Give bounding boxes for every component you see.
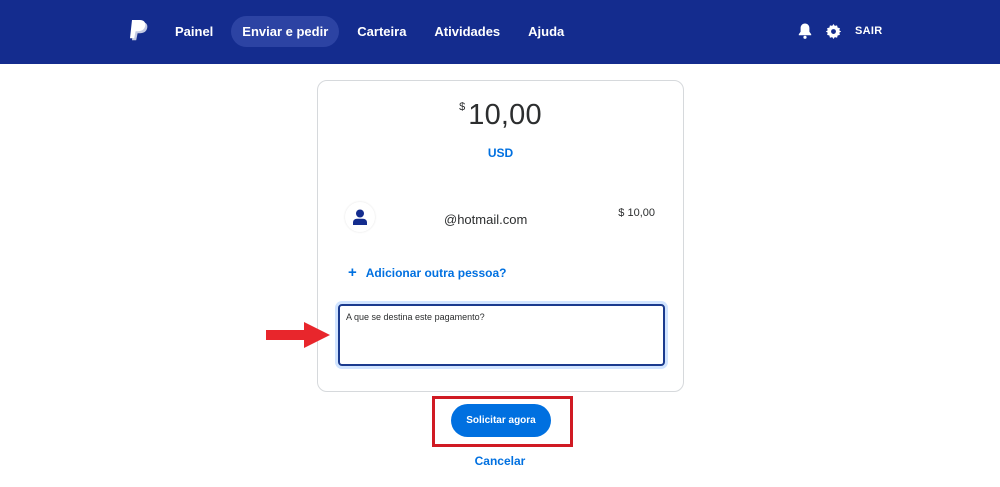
nav-item-carteira[interactable]: Carteira <box>343 16 420 47</box>
header-actions: SAIR <box>795 21 882 41</box>
paypal-logo-icon[interactable] <box>128 20 150 44</box>
cancel-link[interactable]: Cancelar <box>0 454 1000 468</box>
recipient-amount: $ 10,00 <box>618 207 655 219</box>
gear-icon[interactable] <box>823 21 843 41</box>
nav-item-atividades[interactable]: Atividades <box>420 16 514 47</box>
person-icon <box>345 202 375 232</box>
note-field-wrapper <box>338 304 665 366</box>
nav-item-ajuda[interactable]: Ajuda <box>514 16 578 47</box>
request-now-button[interactable]: Solicitar agora <box>451 404 551 437</box>
payment-note-input[interactable] <box>340 306 663 364</box>
logout-link[interactable]: SAIR <box>855 25 882 37</box>
main-nav: Painel Enviar e pedir Carteira Atividade… <box>161 16 578 47</box>
currency-symbol: $ <box>459 101 466 113</box>
nav-item-enviar-e-pedir[interactable]: Enviar e pedir <box>231 16 340 47</box>
amount-display: $10,00 <box>318 99 683 132</box>
amount-value[interactable]: 10,00 <box>468 99 542 131</box>
plus-icon: + <box>348 264 357 281</box>
currency-selector[interactable]: USD <box>318 146 683 160</box>
recipient-email: @hotmail.com <box>444 212 528 227</box>
request-card: $10,00 USD @hotmail.com $ 10,00 + Adicio… <box>317 80 684 392</box>
nav-item-painel[interactable]: Painel <box>161 16 227 47</box>
top-navigation-bar: Painel Enviar e pedir Carteira Atividade… <box>0 0 1000 64</box>
add-person-link[interactable]: + Adicionar outra pessoa? <box>348 264 506 281</box>
add-person-label: Adicionar outra pessoa? <box>365 265 507 280</box>
red-arrow-annotation-icon <box>266 322 330 348</box>
bell-icon[interactable] <box>795 21 815 41</box>
